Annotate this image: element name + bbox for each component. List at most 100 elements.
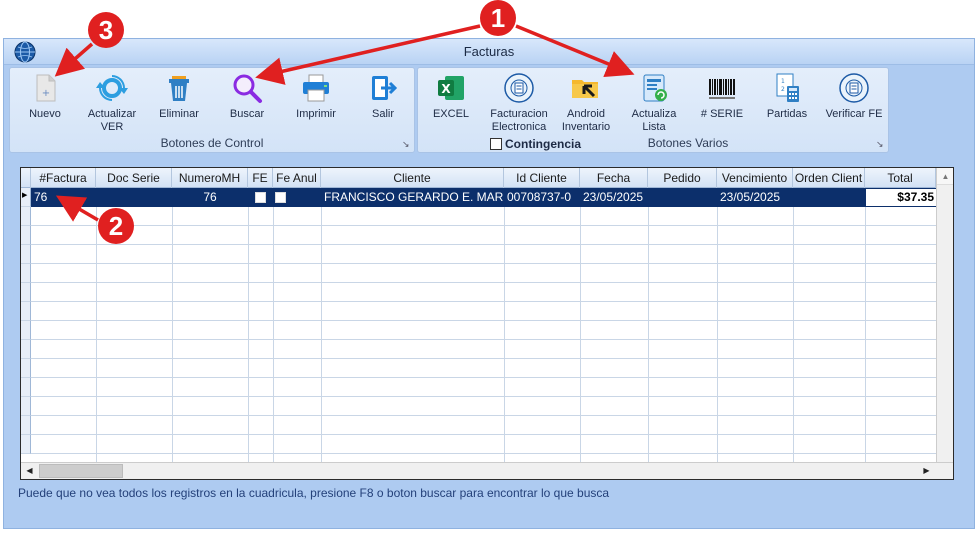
row-gridline <box>31 225 936 226</box>
svg-text:+: + <box>42 88 50 99</box>
row-selector[interactable] <box>21 188 31 207</box>
imprimir-button[interactable]: Imprimir <box>292 72 340 121</box>
android-label: Android Inventario <box>561 108 611 133</box>
cell-fe-anul-checkbox[interactable] <box>275 192 286 203</box>
row-gridline <box>31 358 936 359</box>
e-invoice-seal-icon <box>839 73 869 103</box>
row-selector[interactable] <box>21 283 31 302</box>
actualizar-label: Actualizar VER <box>87 108 137 133</box>
row-selector[interactable] <box>21 245 31 264</box>
e-invoice-seal-icon <box>504 73 534 103</box>
nuevo-button[interactable]: + Nuevo <box>22 72 68 121</box>
android-button[interactable]: Android Inventario <box>560 72 612 134</box>
cell-id-cliente[interactable]: 00708737-0 <box>505 188 579 207</box>
actualiza-lista-button[interactable]: Actualiza Lista <box>626 72 682 134</box>
title-bar: Facturas <box>4 39 974 65</box>
imprimir-label: Imprimir <box>296 108 336 120</box>
vertical-scrollbar[interactable]: ▲ <box>936 168 953 463</box>
row-selector[interactable] <box>21 321 31 340</box>
exit-icon <box>372 76 398 100</box>
row-selector[interactable] <box>21 207 31 226</box>
row-gridline <box>31 434 936 435</box>
cell-total[interactable]: $37.35 <box>866 189 936 206</box>
row-selector[interactable] <box>21 302 31 321</box>
svg-text:1: 1 <box>781 78 785 85</box>
row-gridline <box>31 320 936 321</box>
salir-label: Salir <box>371 108 394 120</box>
column-gridline <box>793 188 794 463</box>
cell-doc-serie[interactable] <box>97 188 171 207</box>
scroll-thumb[interactable] <box>39 464 123 478</box>
header-fe[interactable]: FE <box>248 168 273 188</box>
column-gridline <box>865 188 866 463</box>
row-selector[interactable] <box>21 435 31 454</box>
row-selector[interactable] <box>21 359 31 378</box>
facturas-grid[interactable]: #Factura Doc Serie NumeroMH FE Fe Anul C… <box>20 167 954 480</box>
buscar-button[interactable]: Buscar <box>224 72 270 121</box>
scroll-left-icon[interactable]: ◀ <box>21 463 38 479</box>
row-gridline <box>31 415 936 416</box>
header-orden-cliente[interactable]: Orden Client <box>793 168 865 188</box>
new-document-icon: + <box>36 74 56 102</box>
window-title: Facturas <box>463 44 515 59</box>
nuevo-label: Nuevo <box>29 108 61 120</box>
header-fe-anul[interactable]: Fe Anul <box>273 168 321 188</box>
folder-arrow-icon <box>572 80 598 98</box>
cell-cliente[interactable]: FRANCISCO GERARDO E. MARI <box>322 188 503 207</box>
horizontal-scrollbar[interactable]: ◀ ▶ <box>21 462 953 479</box>
column-gridline <box>504 188 505 463</box>
header-id-cliente[interactable]: Id Cliente <box>504 168 580 188</box>
row-selector[interactable] <box>21 226 31 245</box>
row-selector[interactable] <box>21 397 31 416</box>
header-numero-mh[interactable]: NumeroMH <box>172 168 248 188</box>
row-gridline <box>31 339 936 340</box>
row-selector[interactable] <box>21 378 31 397</box>
header-total[interactable]: Total <box>865 168 936 188</box>
dialog-launcher-icon[interactable]: ↘ <box>876 140 885 149</box>
varios-group-title: Botones Varios <box>647 136 729 150</box>
row-selector[interactable] <box>21 416 31 435</box>
eliminar-button[interactable]: Eliminar <box>156 72 202 121</box>
facturacion-label: Facturacion Electronica <box>490 108 548 133</box>
cell-fe-checkbox[interactable] <box>255 192 266 203</box>
svg-text:2: 2 <box>781 86 785 93</box>
row-selector[interactable] <box>21 340 31 359</box>
header-doc-serie[interactable]: Doc Serie <box>96 168 172 188</box>
salir-button[interactable]: Salir <box>360 72 406 121</box>
cell-fecha[interactable]: 23/05/2025 <box>581 188 647 207</box>
facturacion-button[interactable]: Facturacion Electronica <box>486 72 552 134</box>
facturas-window: Facturas + Nuevo Actualizar VER Eliminar… <box>3 38 975 529</box>
dialog-launcher-icon[interactable]: ↘ <box>402 140 411 149</box>
header-cliente[interactable]: Cliente <box>321 168 504 188</box>
cell-numero-mh[interactable]: 76 <box>173 188 247 207</box>
cell-pedido[interactable] <box>649 188 716 207</box>
trash-icon <box>169 76 189 101</box>
barcode-icon <box>709 79 735 99</box>
header-fecha[interactable]: Fecha <box>580 168 648 188</box>
header-vencimiento[interactable]: Vencimiento <box>717 168 793 188</box>
calculator-icon: 1 2 <box>776 73 799 102</box>
row-gridline <box>31 396 936 397</box>
header-factura[interactable]: #Factura <box>31 168 96 188</box>
annotation-badge-3: 3 <box>88 12 124 48</box>
header-pedido[interactable]: Pedido <box>648 168 717 188</box>
cell-orden-cliente[interactable] <box>794 188 864 207</box>
scroll-right-icon[interactable]: ▶ <box>918 463 935 479</box>
globe-icon <box>14 41 36 63</box>
scroll-up-icon[interactable]: ▲ <box>937 168 953 185</box>
buscar-label: Buscar <box>229 108 265 120</box>
cell-factura[interactable]: 76 <box>32 188 95 207</box>
actualiza-lista-label: Actualiza Lista <box>631 108 677 133</box>
grid-header: #Factura Doc Serie NumeroMH FE Fe Anul C… <box>21 168 936 188</box>
ribbon-group-varios: X EXCEL Facturacion Electronica Android … <box>417 67 889 153</box>
serie-button[interactable]: # SERIE <box>696 72 748 121</box>
row-selector[interactable] <box>21 264 31 283</box>
column-gridline <box>580 188 581 463</box>
verificar-fe-button[interactable]: Verificar FE <box>822 72 886 121</box>
excel-button[interactable]: X EXCEL <box>430 72 472 121</box>
cell-vencimiento[interactable]: 23/05/2025 <box>718 188 792 207</box>
actualizar-button[interactable]: Actualizar VER <box>82 72 142 134</box>
header-corner <box>21 168 31 188</box>
partidas-button[interactable]: 1 2 Partidas <box>762 72 812 121</box>
row-gridline <box>31 377 936 378</box>
